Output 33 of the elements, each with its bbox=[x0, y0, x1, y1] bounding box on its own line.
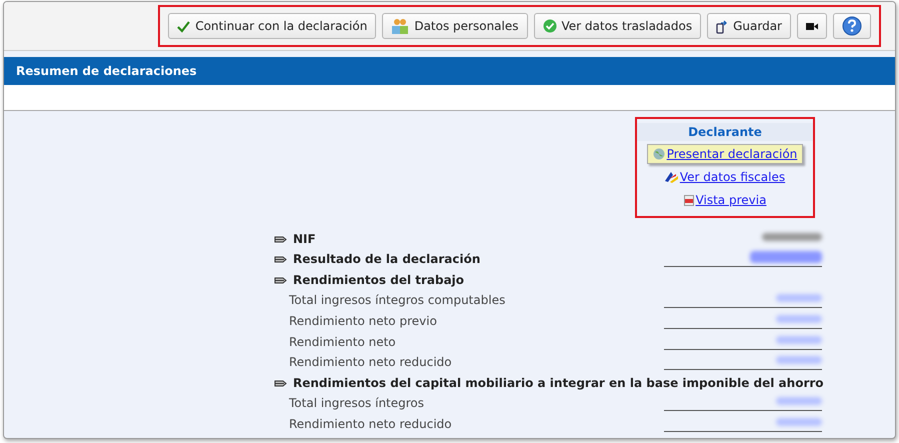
agency-logo-icon bbox=[664, 171, 678, 183]
panel-title: Declarante bbox=[637, 123, 813, 141]
row-label: Total ingresos íntegros computables bbox=[288, 293, 506, 308]
camera-button[interactable] bbox=[797, 13, 827, 39]
row-label: Resultado de la declaración bbox=[293, 252, 482, 268]
people-icon bbox=[391, 18, 410, 34]
row-label: Total ingresos íntegros bbox=[288, 396, 426, 412]
row-label: Rendimiento neto reducido bbox=[288, 355, 453, 370]
check-circle-icon bbox=[542, 19, 556, 33]
panel-link[interactable]: Vista previa bbox=[696, 193, 766, 207]
panel-link[interactable]: Ver datos fiscales bbox=[680, 170, 786, 184]
row-label: Rendimientos del capital mobiliario a integrar en la base imponible del ahorro bbox=[293, 376, 824, 391]
row-label: Rendimientos del trabajo bbox=[293, 272, 466, 288]
bullet-icon bbox=[274, 380, 287, 387]
toolbar-button[interactable]: Continuar con la declaración bbox=[168, 13, 376, 39]
camera-icon bbox=[806, 22, 818, 30]
pdf-icon bbox=[684, 194, 694, 206]
globe-icon bbox=[652, 148, 665, 160]
row-label: NIF bbox=[293, 232, 317, 247]
bullet-icon bbox=[274, 236, 287, 243]
bullet-icon bbox=[274, 276, 287, 284]
checkmark-icon bbox=[177, 20, 190, 32]
toolbar-button[interactable]: Datos personales bbox=[382, 13, 528, 39]
help-icon bbox=[842, 16, 862, 36]
header-title: Resumen de declaraciones bbox=[16, 64, 197, 78]
toolbar-button[interactable]: Guardar bbox=[707, 13, 791, 39]
row-label: Rendimiento neto previo bbox=[288, 314, 438, 329]
row-label: Rendimiento neto reducido bbox=[288, 416, 453, 432]
save-icon bbox=[716, 18, 728, 34]
bullet-icon bbox=[274, 256, 287, 264]
row-label: Rendimiento neto bbox=[288, 334, 397, 350]
toolbar-button[interactable]: Ver datos trasladados bbox=[534, 13, 702, 39]
help-button[interactable] bbox=[833, 13, 871, 39]
